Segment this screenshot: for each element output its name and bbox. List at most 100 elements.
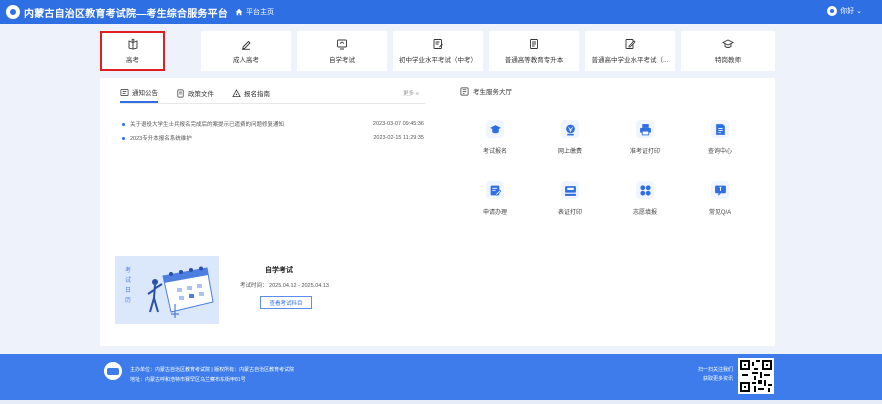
list-item[interactable]: 2023专升本报名系统维护 2023-02-15 11:29:35 <box>122 131 424 145</box>
user-menu[interactable]: 你好 ⌄ <box>827 6 862 16</box>
exam-time: 考试时间： 2025.04.12 - 2025.04.13 <box>240 283 329 289</box>
document-search-icon <box>715 123 725 135</box>
edit-doc-icon <box>625 39 636 49</box>
service-label: 表证打印 <box>557 210 582 216</box>
service-icon-box <box>636 120 654 138</box>
category-label: 特岗教师 <box>715 57 741 64</box>
book-icon <box>128 38 137 50</box>
category-gaokao[interactable]: 高考 <box>100 31 165 71</box>
top-navigation-bar: 内蒙古自治区教育考试院—考生综合服务平台 平台主页 你好 ⌄ <box>0 0 882 24</box>
qr-caption-line1: 扫一扫关注我们 <box>697 367 733 373</box>
service-exam-registration[interactable]: 考试报名 <box>465 120 525 155</box>
service-icon-box <box>711 120 729 138</box>
edit-form-icon <box>490 185 501 196</box>
category-label: 普通高等教育专升本 <box>504 57 564 64</box>
service-volunteer-application[interactable]: 志愿填报 <box>615 181 675 216</box>
list-item[interactable]: 关于退役大学生士兵报名完成后的案提示已遗费的问题修复通知 2023-03-07 … <box>122 117 424 131</box>
category-adult-exam[interactable]: 成人高考 <box>201 31 291 71</box>
service-label: 网上缴费 <box>557 149 582 155</box>
home-link-label: 平台主页 <box>246 9 274 16</box>
category-upgrade-exam[interactable]: 普通高等教育专升本 <box>489 31 579 71</box>
category-label: 成人高考 <box>233 57 259 64</box>
service-online-payment[interactable]: 网上缴费 <box>540 120 600 155</box>
category-high-school-exam[interactable]: 普通高中学业水平考试（... <box>585 31 675 71</box>
news-time: 2023-02-15 11:29:35 <box>373 135 424 141</box>
category-label: 初中学业水平考试（中考） <box>399 57 477 64</box>
tab-label: 通知公告 <box>132 90 158 97</box>
illustration-text: 考试日历 <box>125 268 132 304</box>
footer-sponsor-text: 主办单位：内蒙古自治区教育考试院 | 版权所有：内蒙古自治区教育考试院 <box>130 367 295 373</box>
service-icon-box <box>561 120 579 138</box>
service-label: 常见Q/A <box>708 210 732 216</box>
service-label: 查询中心 <box>707 149 732 155</box>
pen-icon <box>242 40 251 50</box>
home-link[interactable]: 平台主页 <box>235 7 274 17</box>
bottom-strip <box>0 400 882 404</box>
calendar-illustration-icon <box>147 266 214 318</box>
grid-apps-icon <box>639 184 651 196</box>
home-icon <box>235 8 243 16</box>
footer-logo-icon <box>104 362 122 380</box>
notice-tabs: 通知公告 政策文件 报名指南 <box>120 87 288 103</box>
more-link[interactable]: 更多 ≡ <box>403 89 419 97</box>
service-icon-box <box>711 181 729 199</box>
service-label: 考试报名 <box>482 149 507 155</box>
news-time: 2023-03-07 09:45:36 <box>372 121 424 127</box>
news-title: 关于退役大学生士兵报名完成后的案提示已遗费的问题修复通知 <box>130 122 285 128</box>
news-title: 2023专升本报名系统维护 <box>130 136 192 142</box>
guide-icon <box>232 88 241 97</box>
user-avatar-icon <box>827 6 838 16</box>
service-icon-box <box>636 181 654 199</box>
service-icon-box <box>486 181 504 199</box>
category-label: 自学考试 <box>329 57 355 64</box>
service-form-print[interactable]: 表证打印 <box>540 181 600 216</box>
graduation-cap-icon <box>722 39 734 48</box>
category-zhongkao[interactable]: 初中学业水平考试（中考） <box>393 31 483 71</box>
notice-icon <box>120 88 129 96</box>
category-label: 高考 <box>126 57 139 64</box>
exam-calendar-illustration: 考试日历 <box>115 256 219 324</box>
service-hall-icon <box>460 87 469 95</box>
category-self-study-exam[interactable]: 自学考试 <box>297 31 387 71</box>
service-label: 志愿填报 <box>632 210 657 216</box>
tab-registration-guide[interactable]: 报名指南 <box>232 87 270 103</box>
main-content-panel: 通知公告 政策文件 报名指南 更多 ≡ 关于退役大学生士兵报名完成后的案提示已遗… <box>100 78 775 346</box>
site-logo-icon <box>6 5 20 19</box>
bullet-icon <box>122 122 125 126</box>
exam-paper-icon <box>433 39 443 49</box>
printer-icon <box>639 123 651 135</box>
news-list: 关于退役大学生士兵报名完成后的案提示已遗费的问题修复通知 2023-03-07 … <box>122 117 424 145</box>
service-icon-box <box>486 120 504 138</box>
category-label: 普通高中学业水平考试（... <box>591 57 669 64</box>
tab-label: 政策文件 <box>188 91 214 98</box>
tab-policy-documents[interactable]: 政策文件 <box>176 87 214 103</box>
user-greeting: 你好 ⌄ <box>840 8 862 15</box>
tab-label: 报名指南 <box>244 91 270 98</box>
service-admission-ticket-print[interactable]: 准考证打印 <box>615 120 675 155</box>
coin-icon <box>565 124 575 135</box>
tab-notices[interactable]: 通知公告 <box>120 87 158 103</box>
category-special-teacher[interactable]: 特岗教师 <box>681 31 775 71</box>
document-icon <box>530 39 538 49</box>
exam-calendar-card: 考试日历 自学考试 考试时间： 2025.04.12 - 2025.04.13 … <box>115 256 425 326</box>
service-query-center[interactable]: 查询中心 <box>690 120 750 155</box>
page-footer: 主办单位：内蒙古自治区教育考试院 | 版权所有：内蒙古自治区教育考试院 地址：内… <box>0 354 882 400</box>
service-faq[interactable]: 常见Q/A <box>690 181 750 216</box>
service-label: 申请办理 <box>482 210 507 216</box>
bullet-icon <box>122 136 125 140</box>
screen-icon <box>337 39 347 50</box>
file-icon <box>177 89 184 97</box>
footer-address-text: 地址：内蒙古呼和浩特市赛罕区乌兰察布东街甲81号 <box>130 377 246 383</box>
exam-title: 自学考试 <box>265 267 293 274</box>
service-label: 准考证打印 <box>629 149 660 155</box>
view-exam-subjects-button[interactable]: 查看考试科目 <box>260 296 312 309</box>
chat-icon <box>714 185 726 196</box>
service-application[interactable]: 申请办理 <box>465 181 525 216</box>
print-form-icon <box>564 185 576 196</box>
service-icon-box <box>561 181 579 199</box>
tab-divider <box>120 103 425 104</box>
qr-caption: 扫一扫关注我们 获取更多资讯 <box>685 366 733 384</box>
qr-caption-line2: 获取更多资讯 <box>702 376 733 382</box>
app-title: 内蒙古自治区教育考试院—考生综合服务平台 <box>24 9 228 20</box>
graduation-cap-icon <box>489 124 501 133</box>
